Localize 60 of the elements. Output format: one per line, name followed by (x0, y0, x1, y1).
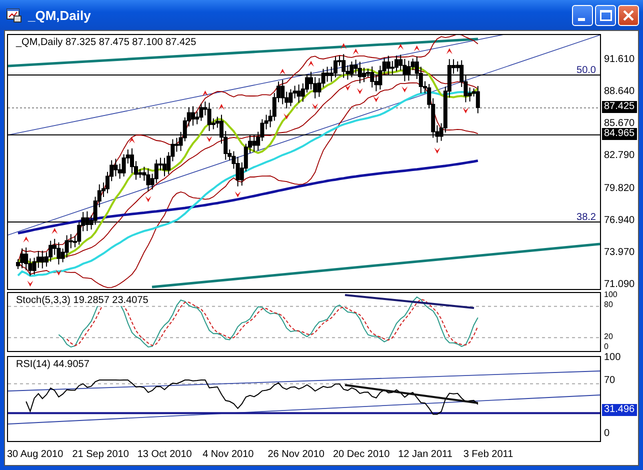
price-axis-label: 82.790 (604, 150, 635, 162)
rsi-axis-label: 70 (604, 374, 616, 386)
price-axis-label: 73.970 (604, 246, 635, 258)
fractal-arrow (128, 137, 135, 144)
fib-level-label: 38.2 (576, 212, 596, 223)
fractal-arrow (23, 236, 30, 243)
indicator-legend: Stoch(5,3,3) 19.2857 23.4075 (14, 295, 150, 306)
fractal-arrow (312, 103, 318, 110)
window-title: _QM,Daily (28, 8, 92, 22)
chart-legend: _QM,Daily 87.325 87.475 87.100 87.425 (14, 37, 198, 48)
fractal-arrow (446, 48, 452, 54)
fractal-arrow (462, 107, 469, 114)
date-axis-label: 12 Jan 2011 (398, 448, 454, 460)
price-marker: 87.425 (602, 100, 637, 113)
rsi-marker: 31.496 (602, 404, 637, 416)
maximize-button[interactable] (595, 4, 616, 26)
stochastic-axis-label: 80 (604, 300, 613, 310)
date-axis-label: 3 Feb 2011 (463, 448, 514, 460)
minimize-button[interactable] (572, 4, 593, 26)
stochastic-axis-label: 20 (604, 332, 613, 341)
fib-level-label: 50.0 (576, 65, 596, 76)
fractal-arrow (145, 196, 152, 202)
fractal-arrow (56, 270, 62, 276)
price-axis-label: 88.640 (604, 86, 635, 98)
stochastic-axis-label: 0 (604, 342, 608, 351)
price-axis-label: 85.670 (604, 118, 635, 130)
fractal-arrow (308, 60, 314, 67)
date-axis-label: 13 Oct 2010 (137, 448, 193, 460)
indicator-legend: RSI(14) 44.9057 (14, 359, 92, 370)
date-axis-label: 30 Aug 2010 (7, 448, 64, 460)
close-button[interactable] (618, 4, 639, 26)
fractal-arrow (398, 44, 404, 50)
rsi-axis-label: 100 (604, 352, 621, 363)
chart-window-icon (6, 7, 22, 23)
fractal-arrow (234, 191, 241, 198)
close-icon (623, 10, 634, 20)
date-axis-label: 26 Nov 2010 (268, 448, 326, 460)
price-axis-label: 91.610 (604, 54, 635, 65)
fractal-arrow (434, 148, 440, 154)
fractal-arrow (280, 68, 286, 75)
price-axis-label: 76.940 (604, 214, 635, 226)
price-axis-label: 79.820 (604, 182, 635, 194)
maximize-icon (600, 10, 612, 20)
fractal-arrow (218, 104, 224, 110)
fractal-arrow (414, 45, 420, 52)
fractal-arrow (206, 136, 212, 142)
date-axis-label: 21 Sep 2010 (72, 448, 130, 460)
fractal-arrow (52, 228, 58, 234)
date-axis-label: 20 Dec 2010 (332, 448, 391, 460)
fractal-arrow (402, 86, 408, 92)
fractal-arrow (27, 280, 34, 287)
stochastic-axis-label: 100 (604, 290, 618, 299)
fractal-arrow (202, 90, 208, 96)
price-marker: 84.965 (602, 128, 637, 140)
fractal-arrow (373, 96, 380, 102)
date-axis-label: 4 Nov 2010 (202, 448, 255, 460)
fractal-arrow (284, 113, 290, 120)
minimize-icon (578, 18, 585, 20)
rsi-axis-label: 0 (604, 428, 610, 439)
price-axis-label: 71.090 (604, 278, 635, 290)
